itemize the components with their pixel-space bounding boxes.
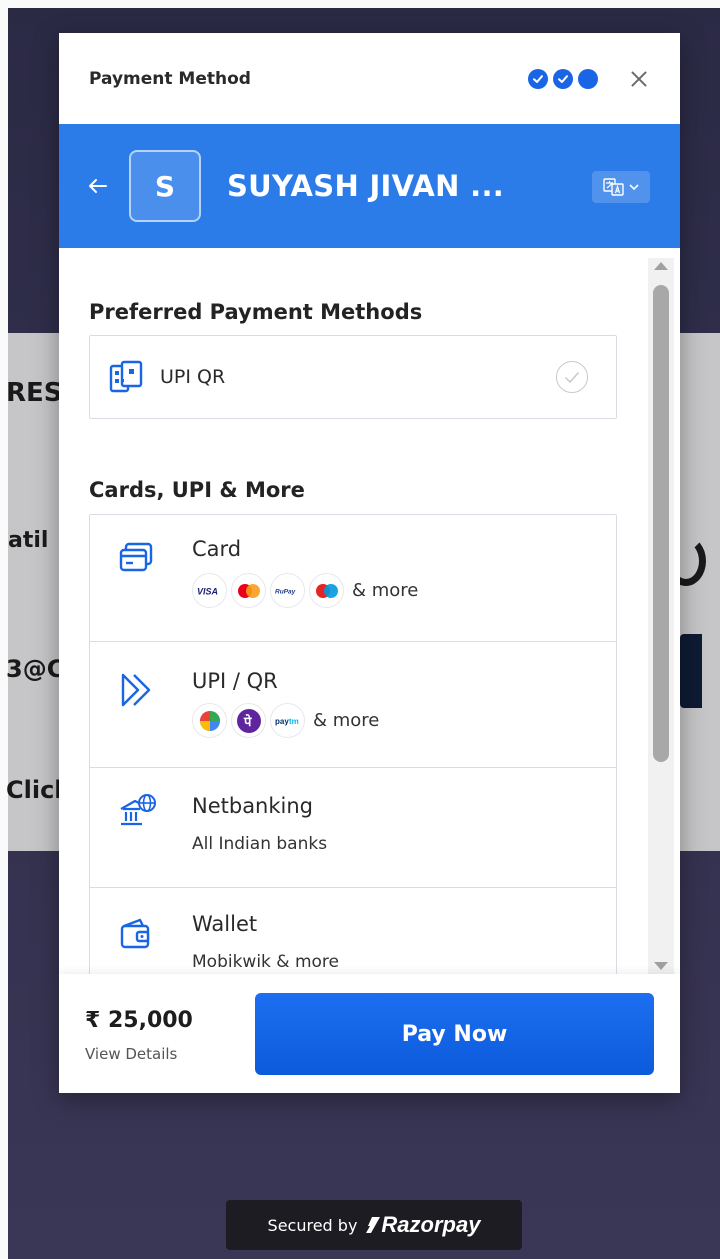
modal-header: Payment Method xyxy=(59,33,680,124)
rupay-logo-icon: RuPay xyxy=(270,573,305,608)
payment-methods-list: Card VISA RuPay & more UPI / QR पे pay t… xyxy=(89,514,617,974)
scroll-down-arrow-icon[interactable] xyxy=(654,962,668,970)
step-current-icon xyxy=(578,68,598,89)
preferred-method-upi-qr[interactable]: UPI QR xyxy=(89,335,617,419)
view-details-link[interactable]: View Details xyxy=(85,1045,177,1063)
translate-icon xyxy=(603,178,624,196)
payment-options-scroll[interactable]: Preferred Payment Methods UPI QR Cards, … xyxy=(59,248,680,974)
merchant-logo: S xyxy=(129,150,201,222)
razorpay-logo: Razorpay xyxy=(365,1212,480,1238)
secured-by-text: Secured by xyxy=(267,1215,358,1235)
method-label: Netbanking xyxy=(192,794,314,818)
checkout-footer: ₹ 25,000 View Details Pay Now xyxy=(59,974,680,1093)
preferred-method-label: UPI QR xyxy=(160,366,226,388)
header-controls xyxy=(523,68,650,90)
scrollbar[interactable] xyxy=(648,258,674,974)
google-pay-logo-icon xyxy=(192,703,227,738)
svg-text:pay: pay xyxy=(275,717,289,726)
merchant-name: SUYASH JIVAN ... xyxy=(227,169,505,203)
svg-text:tm: tm xyxy=(289,717,299,726)
svg-text:पे: पे xyxy=(243,714,252,730)
preferred-methods-heading: Preferred Payment Methods xyxy=(89,300,423,324)
step-complete-icon xyxy=(553,68,573,89)
maestro-logo-icon xyxy=(309,573,344,608)
card-icon xyxy=(119,542,153,572)
svg-text:RuPay: RuPay xyxy=(275,588,296,595)
chevron-down-icon xyxy=(629,184,639,191)
background-top xyxy=(0,0,720,8)
method-sub-text: All Indian banks xyxy=(192,834,328,854)
background-text-fragment: RES xyxy=(6,378,63,408)
razorpay-mark-icon xyxy=(366,1217,381,1233)
merchant-bar: S SUYASH JIVAN ... xyxy=(59,124,680,248)
bank-icon xyxy=(120,794,156,826)
check-circle-icon xyxy=(556,361,588,393)
more-text: & more xyxy=(313,710,380,731)
phonepe-logo-icon: पे xyxy=(231,703,266,738)
method-upi-logos: पे pay tm & more xyxy=(192,703,616,738)
background-button xyxy=(680,634,702,708)
modal-title: Payment Method xyxy=(89,68,251,89)
method-card-logos: VISA RuPay & more xyxy=(192,573,616,608)
method-sub-text: Mobikwik & more xyxy=(192,952,339,972)
mastercard-logo-icon xyxy=(231,573,266,608)
visa-logo-icon: VISA xyxy=(192,573,227,608)
background-text-fragment: 3@C xyxy=(6,655,65,683)
scroll-up-arrow-icon[interactable] xyxy=(654,262,668,270)
svg-text:VISA: VISA xyxy=(197,586,218,596)
method-card[interactable]: Card VISA RuPay & more xyxy=(90,515,616,642)
method-label: UPI / QR xyxy=(192,669,278,693)
wallet-icon xyxy=(120,918,150,949)
scrollbar-thumb[interactable] xyxy=(653,285,669,762)
back-arrow-icon[interactable] xyxy=(87,175,109,197)
background-left-edge xyxy=(0,0,8,1259)
language-button[interactable] xyxy=(592,171,650,203)
cards-upi-more-heading: Cards, UPI & More xyxy=(89,478,305,502)
more-text: & more xyxy=(352,580,419,601)
checkout-modal: Payment Method S SUYASH JIVAN ... Prefer… xyxy=(59,33,680,1093)
close-icon[interactable] xyxy=(628,68,650,90)
upi-qr-icon xyxy=(109,360,143,393)
method-netbanking[interactable]: Netbanking All Indian banks xyxy=(90,768,616,888)
method-wallet[interactable]: Wallet Mobikwik & more xyxy=(90,888,616,974)
step-complete-icon xyxy=(528,68,548,89)
amount: ₹ 25,000 xyxy=(85,1008,193,1033)
method-label: Card xyxy=(192,537,242,561)
pay-now-button[interactable]: Pay Now xyxy=(255,993,654,1075)
paytm-logo-icon: pay tm xyxy=(270,703,305,738)
method-label: Wallet xyxy=(192,912,258,936)
method-upi[interactable]: UPI / QR पे pay tm & more xyxy=(90,642,616,768)
upi-icon xyxy=(121,673,151,707)
razorpay-brand-text: Razorpay xyxy=(381,1212,481,1237)
secured-by-badge: Secured by Razorpay xyxy=(226,1200,522,1250)
background-text-fragment: atil xyxy=(8,528,49,553)
